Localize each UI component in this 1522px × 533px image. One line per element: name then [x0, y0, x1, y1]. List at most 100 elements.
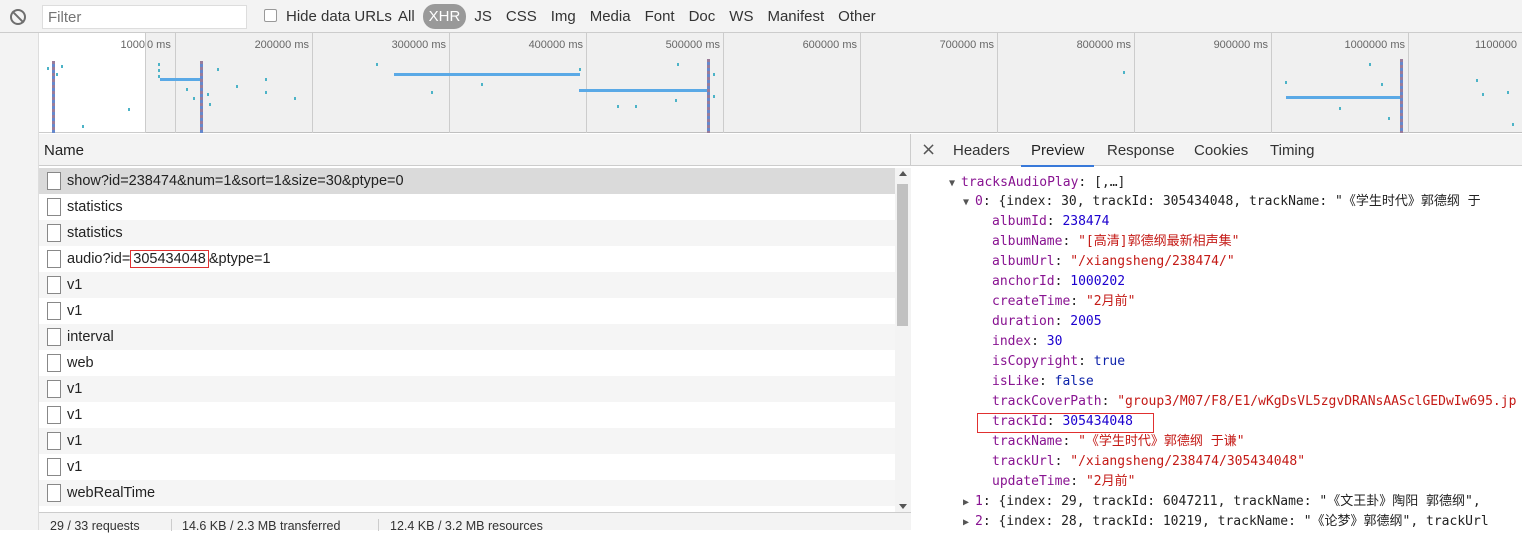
request-list: show?id=238474&num=1&sort=1&size=30&ptyp…: [39, 168, 895, 512]
expanded-triangle-icon[interactable]: ▼: [963, 193, 975, 213]
tree-field: albumUrl: "/xiangsheng/238474/": [992, 254, 1235, 269]
request-row[interactable]: show?id=238474&num=1&sort=1&size=30&ptyp…: [39, 168, 895, 194]
request-row[interactable]: v1: [39, 454, 895, 480]
request-row[interactable]: v1: [39, 376, 895, 402]
tick-label: 700000 ms: [939, 39, 994, 51]
resources-size: 12.4 KB / 3.2 MB resources: [390, 519, 543, 533]
hide-data-urls-label: Hide data URLs: [286, 8, 392, 25]
request-row[interactable]: v1: [39, 298, 895, 324]
tick-label: 500000 ms: [665, 39, 720, 51]
request-row[interactable]: web: [39, 350, 895, 376]
document-icon: [47, 224, 61, 242]
scroll-up-icon[interactable]: [899, 171, 907, 176]
filter-type-doc[interactable]: Doc: [683, 4, 722, 29]
load-marker: [707, 59, 710, 133]
document-icon: [47, 250, 61, 268]
document-icon: [47, 276, 61, 294]
request-row[interactable]: interval: [39, 324, 895, 350]
load-marker: [200, 61, 203, 133]
request-row[interactable]: statistics: [39, 220, 895, 246]
tree-node-item-2[interactable]: ▶ 2: {index: 28, trackId: 10219, trackNam…: [963, 512, 1489, 530]
tree-field: albumName: "[高清]郭德纲最新相声集": [992, 234, 1240, 249]
filter-type-media[interactable]: Media: [584, 4, 637, 29]
filter-type-xhr[interactable]: XHR: [422, 4, 467, 29]
filter-type-font[interactable]: Font: [639, 4, 681, 29]
collapsed-triangle-icon[interactable]: ▶: [963, 513, 975, 530]
document-icon: [47, 328, 61, 346]
document-icon: [47, 432, 61, 450]
document-icon: [47, 458, 61, 476]
hide-data-urls-checkbox[interactable]: [264, 9, 277, 22]
document-icon: [47, 484, 61, 502]
request-row[interactable]: webRealTime: [39, 480, 895, 506]
tree-field: trackCoverPath: "group3/M07/F8/E1/wKgDsV…: [992, 394, 1517, 409]
tick-label: 300000 ms: [391, 39, 446, 51]
tick-label: 800000 ms: [1076, 39, 1131, 51]
filter-type-ws[interactable]: WS: [723, 4, 759, 29]
transferred-size: 14.6 KB / 2.3 MB transferred: [182, 519, 341, 533]
filter-input[interactable]: [42, 5, 247, 29]
close-icon[interactable]: ×: [921, 139, 936, 160]
tick-label: 1100000: [1475, 39, 1518, 51]
requests-count: 29 / 33 requests: [50, 519, 140, 533]
highlighted-track-id: 305434048: [130, 250, 209, 268]
request-row[interactable]: audio?id= 305434048 &ptype=1: [39, 246, 895, 272]
request-list-scrollbar[interactable]: [895, 168, 911, 512]
tree-field: albumId: 238474: [992, 214, 1110, 229]
scrollbar-thumb[interactable]: [897, 184, 908, 326]
document-icon: [47, 380, 61, 398]
tree-node-item-1[interactable]: ▶ 1: {index: 29, trackId: 6047211, trackN…: [963, 492, 1481, 512]
left-gutter: [0, 33, 39, 530]
track-id-highlight-box: [977, 413, 1154, 433]
tree-node-item-0[interactable]: ▼ 0: {index: 30, trackId: 305434048, trac…: [963, 192, 1481, 212]
tab-response[interactable]: Response: [1107, 142, 1175, 159]
network-overview[interactable]: 1000 0 ms 200000 ms 300000 ms 400000 ms …: [39, 33, 1522, 133]
request-bar: [160, 78, 202, 81]
document-icon: [47, 406, 61, 424]
filter-type-other[interactable]: Other: [832, 4, 882, 29]
tab-preview[interactable]: Preview: [1021, 142, 1095, 167]
tree-field: trackName: "《学生时代》郭德纲 于谦": [992, 434, 1245, 449]
filter-type-manifest[interactable]: Manifest: [761, 4, 830, 29]
tree-field: isCopyright: true: [992, 354, 1126, 369]
filter-toolbar: Hide data URLs All XHR JS CSS Img Media …: [0, 0, 1522, 33]
tab-timing[interactable]: Timing: [1270, 142, 1314, 159]
tab-cookies[interactable]: Cookies: [1194, 142, 1248, 159]
tick-label: 1000: [120, 39, 145, 51]
tree-field: anchorId: 1000202: [992, 274, 1126, 289]
tab-headers[interactable]: Headers: [953, 142, 1010, 159]
filter-type-js[interactable]: JS: [468, 4, 498, 29]
resource-type-filters: All XHR JS CSS Img Media Font Doc WS Man…: [392, 4, 884, 29]
document-icon: [47, 302, 61, 320]
tree-field: isLike: false: [992, 374, 1094, 389]
expanded-triangle-icon[interactable]: ▼: [949, 174, 961, 194]
filter-type-css[interactable]: CSS: [500, 4, 543, 29]
document-icon: [47, 354, 61, 372]
request-bar: [394, 73, 580, 76]
collapsed-triangle-icon[interactable]: ▶: [963, 493, 975, 513]
request-bar: [579, 89, 709, 92]
block-request-icon[interactable]: [10, 9, 26, 25]
filter-type-img[interactable]: Img: [545, 4, 582, 29]
request-bar: [1286, 96, 1401, 99]
filter-type-all[interactable]: All: [392, 4, 421, 29]
tick-label: 600000 ms: [802, 39, 857, 51]
request-row[interactable]: v1: [39, 402, 895, 428]
request-row[interactable]: v1: [39, 272, 895, 298]
tree-field: trackUrl: "/xiangsheng/238474/305434048": [992, 454, 1306, 469]
document-icon: [47, 172, 61, 190]
json-preview: ▼ tracksAudioPlay: [,…] ▼ 0: {index: 30, t…: [911, 167, 1522, 530]
name-column-header[interactable]: Name: [39, 134, 911, 166]
request-row[interactable]: v1: [39, 428, 895, 454]
network-summary-bar: 29 / 33 requests 14.6 KB / 2.3 MB transf…: [39, 512, 911, 533]
tick-label: 1000000 ms: [1344, 39, 1405, 51]
tick-label: 0 ms: [147, 39, 171, 51]
tree-node-root[interactable]: ▼ tracksAudioPlay: [,…]: [949, 173, 1125, 193]
tick-label: 900000 ms: [1213, 39, 1268, 51]
scroll-down-icon[interactable]: [899, 504, 907, 509]
request-row[interactable]: statistics: [39, 194, 895, 220]
load-marker: [1400, 59, 1403, 133]
tick-label: 400000 ms: [528, 39, 583, 51]
detail-tabs: × Headers Preview Response Cookies Timin…: [911, 134, 1522, 167]
tree-field: updateTime: "2月前": [992, 474, 1136, 489]
